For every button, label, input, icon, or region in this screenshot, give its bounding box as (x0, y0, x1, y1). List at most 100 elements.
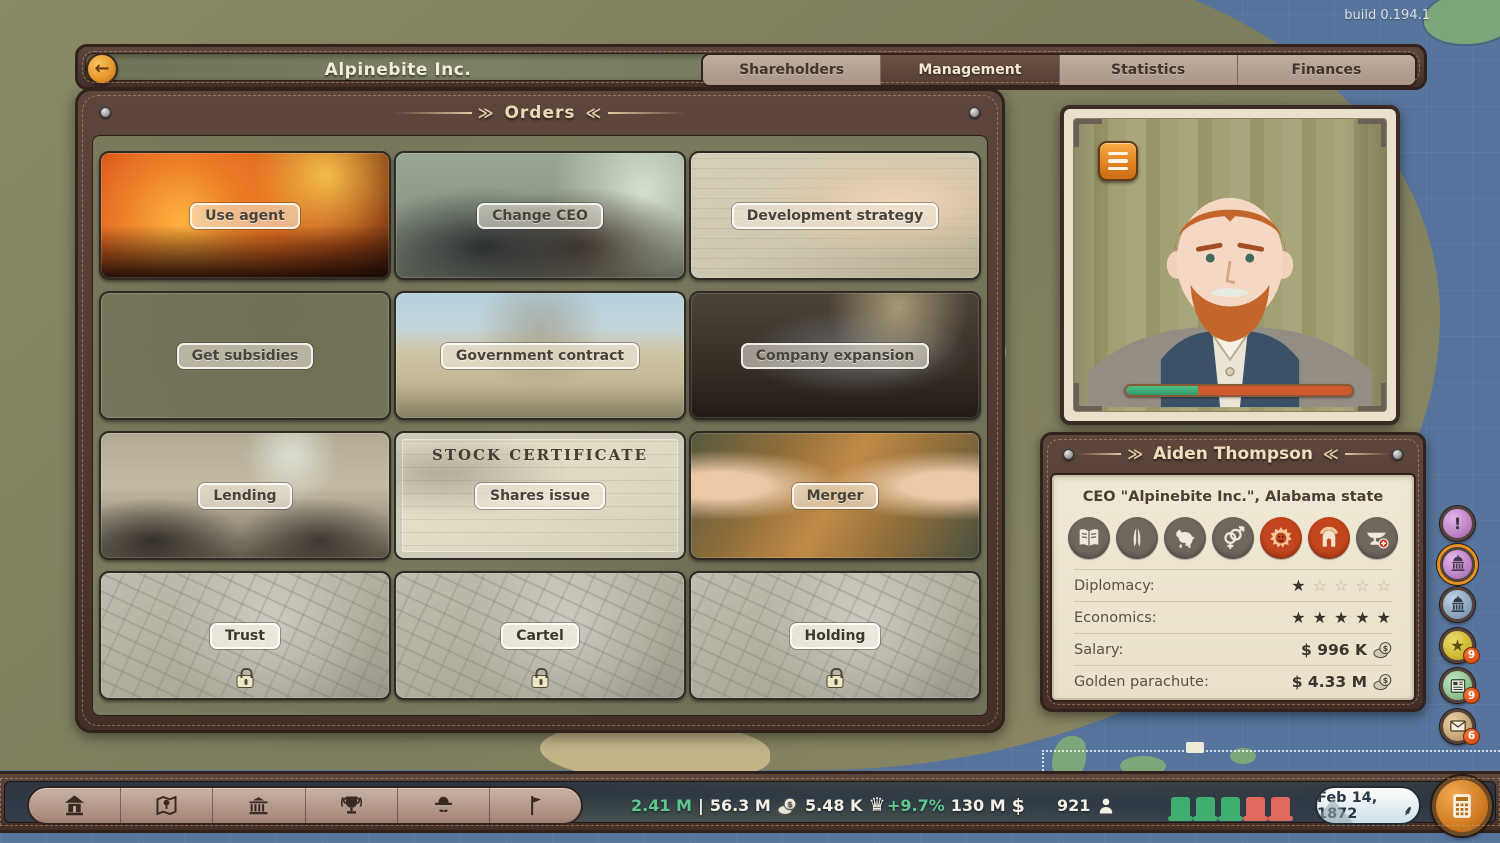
ceo-portrait (1073, 118, 1387, 412)
lion-icon[interactable] (1260, 517, 1302, 559)
order-card-holding[interactable]: Holding (689, 571, 981, 700)
tab-finances[interactable]: Finances (1238, 55, 1415, 85)
stat-divider: | (698, 796, 704, 815)
character-role: CEO "Alpinebite Inc.", Alabama state (1074, 489, 1392, 505)
order-card-company-expansion[interactable]: Company expansion (689, 291, 981, 420)
stat-label: Economics: (1074, 610, 1157, 626)
card-label: Lending (198, 483, 291, 509)
lock-icon (532, 675, 549, 688)
treasury-stat: 2.41 M | 56.3 M $ (631, 782, 797, 829)
date-display[interactable]: Feb 14, 1872 ⸙ (1315, 786, 1421, 825)
ceo-loyalty-bar (1124, 384, 1354, 397)
person-icon (1096, 796, 1116, 816)
character-panel: ≫ Aiden Thompson ≪ CEO "Alpinebite Inc."… (1040, 432, 1426, 712)
order-card-cartel[interactable]: Cartel (394, 571, 686, 700)
population-stat: 921 (1057, 782, 1116, 829)
character-body: CEO "Alpinebite Inc.", Alabama state (1050, 473, 1416, 702)
alert-button[interactable]: ! (1440, 506, 1475, 541)
card-label: Shares issue (475, 483, 605, 509)
company-title: Alpinebite Inc. (78, 47, 718, 93)
title-bar: ← Alpinebite Inc. Shareholders Managemen… (75, 44, 1427, 90)
tab-management[interactable]: Management (881, 55, 1059, 85)
calculator-button[interactable] (1432, 776, 1492, 836)
politics-button[interactable] (1440, 547, 1475, 582)
card-label: Change CEO (477, 203, 603, 229)
build-version: build 0.194.1 (1344, 8, 1430, 23)
capitol-icon (1448, 595, 1468, 615)
frame-corner (1073, 383, 1102, 412)
book-icon[interactable] (1068, 517, 1110, 559)
golden-parachute-value: $ 4.33 M (1292, 673, 1367, 691)
bottom-nav (27, 786, 583, 825)
hamburger-icon (1108, 152, 1128, 156)
card-label: Merger (792, 483, 879, 509)
stat-label: Salary: (1074, 642, 1123, 658)
order-card-change-ceo[interactable]: Change CEO (394, 151, 686, 280)
nav-world-map[interactable] (121, 788, 213, 823)
portrait-menu-button[interactable] (1098, 141, 1138, 181)
prestige-stat: 5.48 K ♛ (805, 782, 886, 829)
praying-hands-icon[interactable] (1116, 517, 1158, 559)
tophat-icon (1221, 797, 1240, 821)
donkey-icon[interactable] (1164, 517, 1206, 559)
nav-government[interactable] (213, 788, 305, 823)
card-label: Trust (210, 623, 280, 649)
flourish-right: ≪ (1323, 445, 1389, 463)
achievements-button[interactable]: ★ 9 (1440, 628, 1475, 663)
nav-achievements[interactable] (306, 788, 398, 823)
mail-button[interactable]: 6 (1440, 709, 1475, 744)
newspaper-button[interactable]: 9 (1440, 668, 1475, 703)
order-card-government-contract[interactable]: Government contract (394, 291, 686, 420)
nav-agents[interactable] (398, 788, 490, 823)
bottom-bar: 2.41 M | 56.3 M $ 5.48 K ♛ +9.7% 130 M $… (0, 771, 1500, 833)
flourish-left: ≫ (394, 104, 495, 122)
orders-panel: ≫ Orders ≪ Use agent Change CEO Developm… (75, 88, 1005, 733)
helmet-icon[interactable] (1308, 517, 1350, 559)
lock-icon (827, 675, 844, 688)
flourish-right: ≪ (586, 104, 687, 122)
tree-icon: ⸙ (1403, 801, 1413, 819)
card-label: Use agent (190, 203, 300, 229)
order-card-shares-issue[interactable]: STOCK CERTIFICATE Shares issue (394, 431, 686, 560)
coins-icon: $ (1373, 672, 1392, 691)
tophat-icon (1196, 797, 1215, 821)
anvil-icon[interactable] (1356, 517, 1398, 559)
card-label: Holding (790, 623, 881, 649)
calculator-icon (1447, 791, 1477, 821)
card-label: Cartel (501, 623, 579, 649)
population-value: 921 (1057, 796, 1090, 815)
dollar-icon: $ (1012, 795, 1025, 817)
nav-milestones[interactable] (490, 788, 581, 823)
rivet-icon (1063, 449, 1074, 460)
orders-header: ≫ Orders ≪ (78, 91, 1002, 135)
order-card-lending[interactable]: Lending (99, 431, 391, 560)
rivet-icon (1392, 449, 1403, 460)
mountain-icon (1315, 799, 1355, 825)
trophy-icon (338, 792, 365, 819)
tophat-indicators (1171, 791, 1290, 821)
character-header: ≫ Aiden Thompson ≪ (1043, 435, 1423, 473)
stat-row-economics: Economics: ★★★★★ (1074, 601, 1392, 633)
tab-bar: Shareholders Management Statistics Finan… (701, 53, 1417, 87)
state-capitol-button[interactable] (1440, 587, 1475, 622)
map-icon (153, 792, 180, 819)
orders-grid: Use agent Change CEO Development strateg… (92, 135, 988, 716)
order-card-merger[interactable]: Merger (689, 431, 981, 560)
nav-headquarters[interactable] (29, 788, 121, 823)
balance-value: 56.3 M (710, 796, 771, 815)
frame-corner (1358, 383, 1387, 412)
order-card-get-subsidies[interactable]: Get subsidies (99, 291, 391, 420)
map-marker (1186, 742, 1204, 753)
gender-icon[interactable] (1212, 517, 1254, 559)
order-card-development-strategy[interactable]: Development strategy (689, 151, 981, 280)
coins-icon: $ (1373, 640, 1392, 659)
stat-label: Diplomacy: (1074, 578, 1155, 594)
tab-shareholders[interactable]: Shareholders (703, 55, 881, 85)
tab-statistics[interactable]: Statistics (1060, 55, 1238, 85)
bottom-bar-inner: 2.41 M | 56.3 M $ 5.48 K ♛ +9.7% 130 M $… (4, 781, 1496, 823)
tophat-icon (1171, 797, 1190, 821)
order-card-trust[interactable]: Trust (99, 571, 391, 700)
map-island (1424, 0, 1500, 44)
order-card-use-agent[interactable]: Use agent (99, 151, 391, 280)
tophat-icon (1246, 797, 1265, 821)
